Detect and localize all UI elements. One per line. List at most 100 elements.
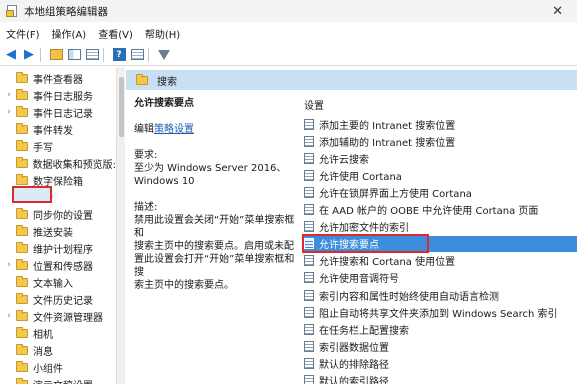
setting-label: 允许云搜索 (319, 154, 369, 166)
policy-setting-icon (304, 323, 314, 335)
tree-item[interactable]: › 位置和传感器 (0, 257, 116, 273)
tree-item-label: 小组件 (33, 363, 63, 375)
tree-item-label: 事件转发 (33, 125, 73, 137)
back-arrow-icon[interactable]: ◀ (4, 47, 18, 62)
setting-row[interactable]: 允许加密文件的索引 (304, 219, 577, 235)
search-node-highlight-box (12, 186, 52, 203)
tree-item-label: 手写 (33, 142, 53, 154)
show-pane-icon[interactable] (67, 48, 81, 62)
setting-row[interactable]: 允许在锁屏界面上方使用 Cortana (304, 184, 577, 200)
help-icon[interactable]: ? (112, 48, 126, 62)
setting-row[interactable]: 允许使用 Cortana (304, 167, 577, 183)
folder-icon (16, 105, 28, 117)
setting-label: 在任务栏上配置搜索 (319, 325, 409, 337)
menu-help[interactable]: 帮助(H) (139, 26, 186, 41)
tree-item-label: 文件资源管理器 (33, 312, 103, 324)
setting-row[interactable]: 阻止自动将共享文件夹添加到 Windows Search 索引 (304, 304, 577, 320)
policy-setting-icon (304, 169, 314, 181)
setting-row[interactable]: 允许云搜索 (304, 150, 577, 166)
tree-item[interactable]: 维护计划程序 (0, 240, 116, 256)
close-icon[interactable]: ✕ (552, 4, 563, 19)
folder-icon (16, 360, 28, 372)
tree-item[interactable]: › 文件资源管理器 (0, 308, 116, 324)
menu-view[interactable]: 查看(V) (92, 26, 139, 41)
tree-item-label: 推送安装 (33, 227, 73, 239)
toolbar-separator (40, 47, 41, 62)
policy-setting-icon (304, 135, 314, 147)
setting-label: 默认的排除路径 (319, 359, 389, 371)
window-title: 本地组策略编辑器 (24, 5, 108, 18)
setting-row[interactable]: 在任务栏上配置搜索 (304, 321, 577, 337)
tree-item-label: 文本输入 (33, 278, 73, 290)
expand-chevron-icon[interactable]: › (4, 260, 14, 270)
setting-label: 允许搜索和 Cortana 使用位置 (319, 257, 456, 269)
edit-policy-link[interactable]: 策略设置 (154, 124, 194, 135)
tree-item[interactable]: 事件查看器 (0, 70, 116, 86)
tree-item[interactable]: 文本输入 (0, 274, 116, 290)
setting-row[interactable]: 允许使用音调符号 (304, 270, 577, 286)
folder-icon (16, 173, 28, 185)
setting-row[interactable]: 允许搜索和 Cortana 使用位置 (304, 253, 577, 269)
setting-label: 允许使用 Cortana (319, 171, 402, 183)
setting-row[interactable]: 添加主要的 Intranet 搜索位置 (304, 116, 577, 132)
tree-scrollbar[interactable] (116, 67, 125, 384)
policy-setting-icon (304, 289, 314, 301)
setting-row[interactable]: 在 AAD 帐户的 OOBE 中允许使用 Cortana 页面 (304, 202, 577, 218)
tree-item-label: 事件查看器 (33, 74, 83, 86)
description-line: 置此设置会打开“开始”菜单搜索框和搜 (134, 254, 295, 278)
folder-icon (16, 275, 28, 287)
tree-item-label: 相机 (33, 329, 53, 341)
tree-item-label: 同步你的设置 (33, 210, 93, 222)
scrollbar-thumb[interactable] (119, 77, 124, 137)
policy-setting-icon (304, 118, 314, 130)
policy-setting-icon (304, 255, 314, 267)
tree-item[interactable]: 相机 (0, 325, 116, 341)
toolbar-separator (148, 47, 149, 62)
setting-row[interactable]: 添加辅助的 Intranet 搜索位置 (304, 133, 577, 149)
tree-item[interactable]: 同步你的设置 (0, 206, 116, 222)
expand-chevron-icon[interactable]: › (4, 311, 14, 321)
tree-item[interactable]: 数据收集和预览版: (0, 155, 116, 171)
forward-arrow-icon[interactable]: ▶ (22, 47, 36, 62)
export-list-icon[interactable] (85, 48, 99, 62)
tree-item[interactable]: 事件转发 (0, 121, 116, 137)
tree-item[interactable]: › 事件日志记录 (0, 104, 116, 120)
tree-item-label: 演示文稿设置 (33, 377, 93, 384)
expand-chevron-icon[interactable]: › (4, 90, 14, 100)
description-label: 描述: (134, 202, 158, 213)
tree-item[interactable]: 消息 (0, 342, 116, 358)
tree-item[interactable]: 手写 (0, 138, 116, 154)
tree-item[interactable]: 文件历史记录 (0, 291, 116, 307)
tree-item-label: 位置和传感器 (33, 261, 93, 273)
setting-row[interactable]: 索引器数据位置 (304, 338, 577, 354)
up-folder-icon[interactable] (49, 48, 63, 62)
right-pane-header: 搜索 (126, 70, 577, 90)
menu-action[interactable]: 操作(A) (46, 26, 93, 41)
policy-setting-icon (304, 152, 314, 164)
filter-icon[interactable] (157, 48, 171, 62)
tree-item[interactable]: 小组件 (0, 359, 116, 375)
tree-item[interactable]: › 事件日志服务 (0, 87, 116, 103)
tree-item[interactable]: 演示文稿设置 (0, 376, 116, 384)
menu-file[interactable]: 文件(F) (0, 26, 46, 41)
toolbar: ◀ ▶ ? (0, 44, 577, 66)
folder-icon (15, 156, 28, 168)
folder-icon (16, 258, 28, 270)
tree-item[interactable]: 推送安装 (0, 223, 116, 239)
setting-label: 允许使用音调符号 (319, 274, 399, 286)
toolbar-separator (103, 47, 104, 62)
title-bar: 本地组策略编辑器 ✕ (0, 0, 577, 22)
setting-label: 默认的索引路径 (319, 377, 389, 384)
requirements-label: 要求: (134, 150, 158, 161)
settings-column-header[interactable]: 设置 (304, 97, 324, 112)
setting-row[interactable]: 默认的排除路径 (304, 355, 577, 371)
right-pane-title: 搜索 (157, 76, 177, 88)
setting-label: 添加主要的 Intranet 搜索位置 (319, 120, 456, 132)
folder-icon (16, 241, 28, 253)
folder-icon (16, 207, 28, 219)
setting-row[interactable]: 默认的索引路径 (304, 373, 577, 384)
setting-row[interactable]: 索引内容和属性时始终使用自动语言检测 (304, 287, 577, 303)
properties-icon[interactable] (130, 48, 144, 62)
expand-chevron-icon[interactable]: › (4, 107, 14, 117)
tree-item-label: 文件历史记录 (33, 295, 93, 307)
